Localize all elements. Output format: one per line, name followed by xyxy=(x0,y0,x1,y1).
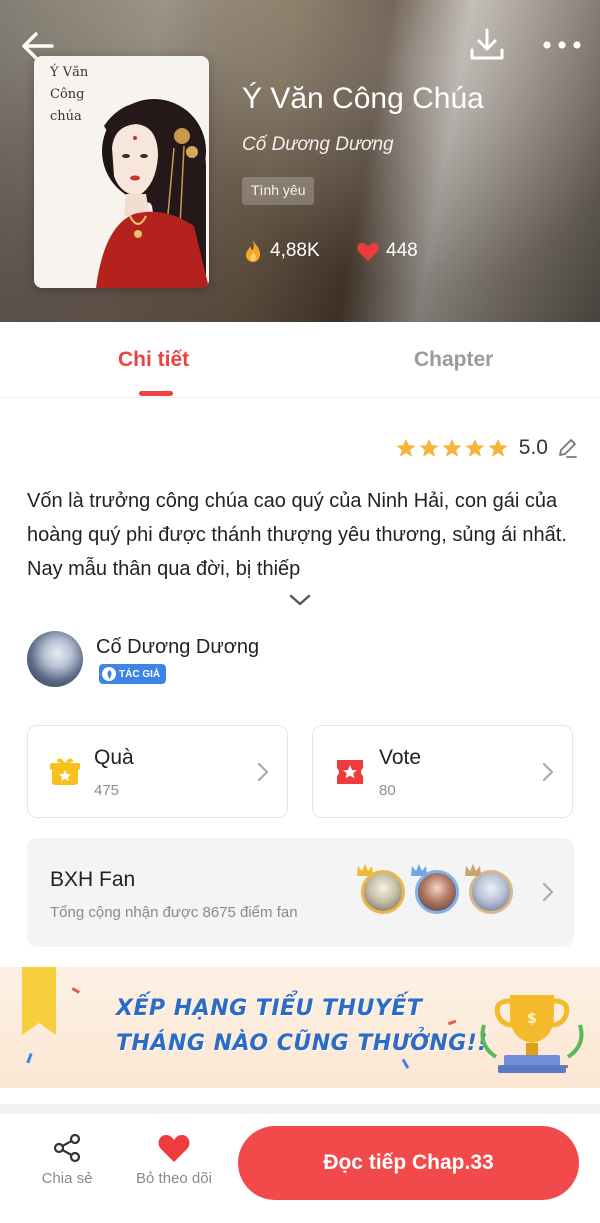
svg-text:$: $ xyxy=(527,1011,537,1027)
fan-avatar xyxy=(465,864,513,914)
thumb-heart-icon xyxy=(357,243,379,261)
crown-icon xyxy=(357,864,373,876)
chevron-right-icon xyxy=(257,762,269,782)
share-icon xyxy=(53,1133,81,1163)
more-icon[interactable] xyxy=(540,30,584,60)
ranking-promo-banner[interactable]: XẾP HẠNG TIỂU THUYẾT THÁNG NÀO CŨNG THƯỞ… xyxy=(0,967,600,1088)
author-badge: TÁC GIẢ xyxy=(99,664,167,684)
fan-avatar xyxy=(357,864,405,914)
download-icon[interactable] xyxy=(468,26,506,64)
rating-value: 5.0 xyxy=(518,436,548,459)
author-name[interactable]: Cố Dương Dương xyxy=(96,636,259,659)
gift-card[interactable]: Quà 475 xyxy=(27,725,288,818)
cover-illustration xyxy=(96,99,209,288)
banner-text: XẾP HẠNG TIỂU THUYẾT THÁNG NÀO CŨNG THƯỞ… xyxy=(116,991,488,1061)
tab-bar: Chi tiết Chapter xyxy=(0,322,600,398)
book-author[interactable]: Cố Dương Dương xyxy=(242,134,394,156)
gift-icon xyxy=(50,758,80,785)
gift-label: Quà xyxy=(94,746,134,769)
vote-label: Vote xyxy=(379,746,422,769)
bottom-action-bar: Chia sẻ Bỏ theo dõi Đọc tiếp Chap.33 xyxy=(0,1114,600,1223)
banner-line-1: XẾP HẠNG TIỂU THUYẾT xyxy=(116,996,423,1021)
fire-icon xyxy=(246,240,260,262)
author-badge-label: TÁC GIẢ xyxy=(119,668,161,680)
continue-reading-button[interactable]: Đọc tiếp Chap.33 xyxy=(238,1126,579,1200)
vote-card[interactable]: Vote 80 xyxy=(312,725,573,818)
gift-count: 475 xyxy=(94,782,120,799)
feather-icon xyxy=(102,667,116,681)
bottom-divider xyxy=(0,1104,600,1114)
tab-chapter[interactable]: Chapter xyxy=(414,348,493,372)
book-title: Ý Văn Công Chúa xyxy=(242,82,484,115)
rating-stars xyxy=(395,437,509,459)
star-icon xyxy=(488,438,508,457)
book-header: Ý Văn Công chúa Ý Văn Công Chúa Cố Dương… xyxy=(0,0,600,322)
vote-ticket-icon xyxy=(337,760,363,784)
banner-line-2: THÁNG NÀO CŨNG THƯỞNG!! xyxy=(116,1031,488,1056)
crown-icon xyxy=(465,864,481,876)
star-icon xyxy=(442,438,462,457)
chevron-down-icon[interactable] xyxy=(288,590,312,610)
crown-icon xyxy=(411,864,427,876)
chevron-right-icon xyxy=(542,762,554,782)
likes-count: 448 xyxy=(386,240,418,261)
rating-row: 5.0 xyxy=(395,434,578,462)
fan-ranking-title: BXH Fan xyxy=(50,868,136,891)
fan-ranking[interactable]: BXH Fan Tổng cộng nhận được 8675 điểm fa… xyxy=(27,838,574,947)
fan-ranking-subtitle: Tổng cộng nhận được 8675 điểm fan xyxy=(50,904,298,921)
tab-details[interactable]: Chi tiết xyxy=(118,348,189,372)
edit-pencil-icon[interactable] xyxy=(556,437,578,459)
heart-icon xyxy=(158,1135,190,1162)
author-avatar[interactable] xyxy=(27,631,83,687)
book-cover[interactable]: Ý Văn Công chúa xyxy=(34,56,209,288)
chevron-right-icon xyxy=(542,882,554,902)
fan-avatar xyxy=(411,864,459,914)
book-description: Vốn là trưởng công chúa cao quý của Ninh… xyxy=(27,490,567,580)
unfollow-label: Bỏ theo dõi xyxy=(136,1170,212,1187)
share-button[interactable]: Chia sẻ xyxy=(22,1132,112,1188)
trophy-icon: $ xyxy=(480,995,584,1073)
likes-stat: 448 xyxy=(356,238,418,264)
unfollow-button[interactable]: Bỏ theo dõi xyxy=(128,1132,220,1188)
tab-active-indicator xyxy=(139,391,173,396)
share-label: Chia sẻ xyxy=(41,1170,93,1187)
top-fans xyxy=(357,864,513,914)
star-icon xyxy=(419,438,439,457)
vote-count: 80 xyxy=(379,782,396,799)
genre-tag[interactable]: Tình yêu xyxy=(242,177,315,205)
star-icon xyxy=(465,438,485,457)
views-stat: 4,88K xyxy=(242,238,320,264)
views-count: 4,88K xyxy=(270,240,320,261)
star-icon xyxy=(396,438,416,457)
